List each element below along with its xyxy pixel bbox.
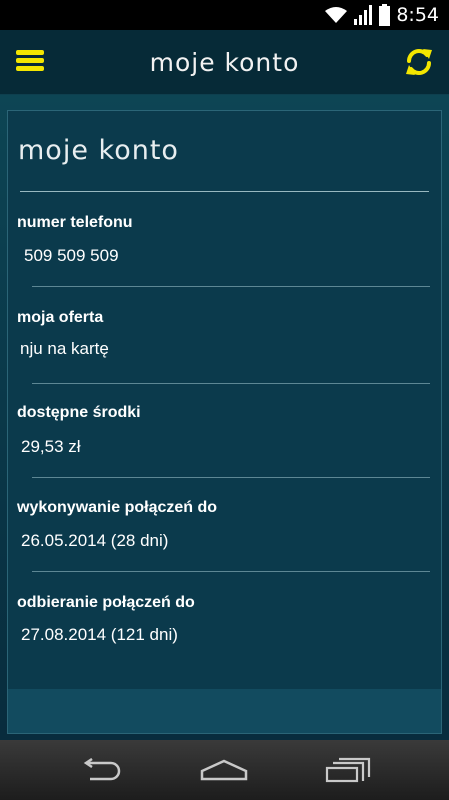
home-icon — [200, 759, 248, 781]
back-button[interactable] — [70, 752, 130, 788]
field-divider — [32, 571, 430, 572]
app-header: moje konto — [0, 30, 449, 95]
battery-icon — [379, 4, 391, 26]
offer-value: nju na kartę — [20, 339, 109, 358]
outgoing-calls-label: wykonywanie połączeń do — [17, 499, 218, 516]
offer-label: moja oferta — [17, 309, 104, 326]
phone-number-label: numer telefonu — [17, 214, 133, 231]
status-bar: 8:54 — [0, 0, 449, 30]
home-button[interactable] — [194, 752, 254, 788]
field-divider — [32, 477, 430, 478]
wifi-icon — [325, 7, 348, 23]
navigation-bar — [0, 740, 449, 800]
field-divider — [32, 383, 430, 384]
page-title: moje konto — [149, 47, 300, 77]
refresh-icon — [406, 49, 432, 75]
back-icon — [83, 758, 121, 781]
recent-apps-icon — [325, 757, 371, 783]
phone-number-value: 509 509 509 — [24, 246, 119, 265]
refresh-button[interactable] — [403, 46, 435, 78]
status-time: 8:54 — [396, 4, 439, 26]
account-card: moje konto numer telefonu 509 509 509 mo… — [7, 110, 442, 734]
card-footer — [8, 689, 441, 733]
balance-label: dostępne środki — [17, 404, 141, 421]
field-divider — [32, 286, 430, 287]
card-title: moje konto — [18, 135, 179, 166]
outgoing-calls-value: 26.05.2014 (28 dni) — [21, 531, 169, 550]
status-icons: 8:54 — [325, 0, 439, 30]
balance-value: 29,53 zł — [21, 437, 81, 456]
recent-apps-button[interactable] — [318, 752, 378, 788]
title-divider — [20, 191, 429, 192]
incoming-calls-label: odbieranie połączeń do — [17, 594, 195, 611]
incoming-calls-value: 27.08.2014 (121 dni) — [21, 625, 178, 644]
signal-icon — [354, 5, 373, 25]
